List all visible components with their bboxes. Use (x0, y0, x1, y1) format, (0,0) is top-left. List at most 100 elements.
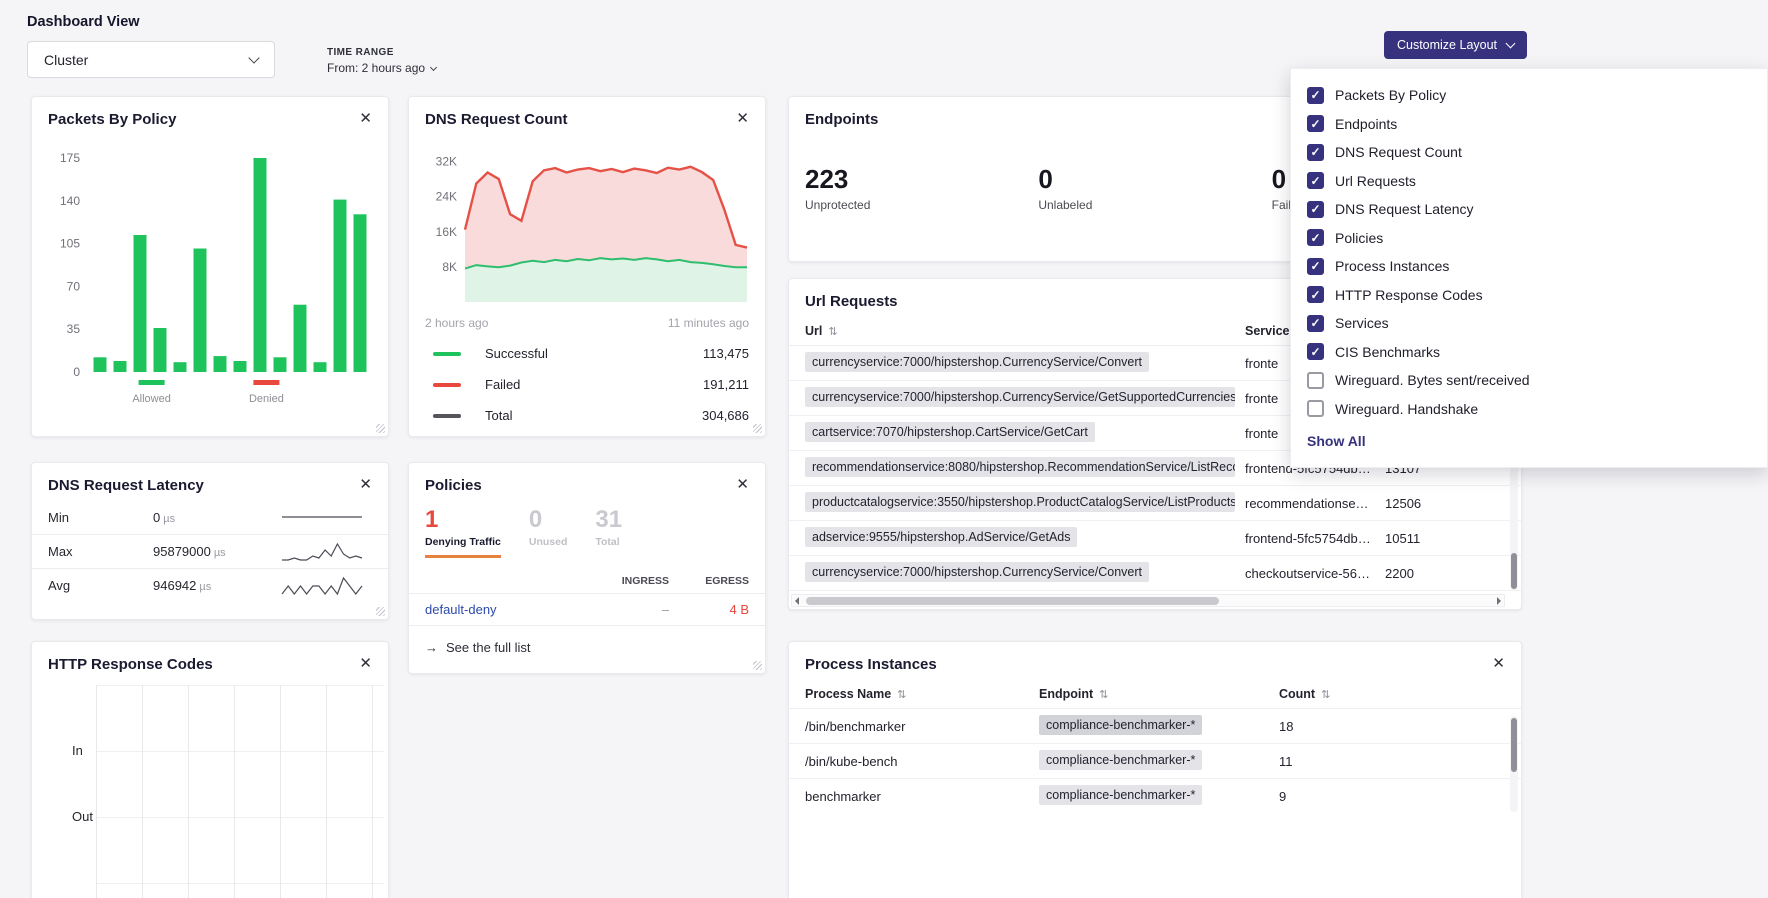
view-selector[interactable]: Cluster (27, 41, 275, 78)
policies-tab-denying-traffic[interactable]: 1Denying Traffic (425, 506, 501, 558)
customize-menu-item[interactable]: Wireguard. Handshake (1307, 395, 1767, 424)
vertical-scrollbar[interactable] (1510, 716, 1518, 812)
process-instance-row[interactable]: /bin/kube-benchcompliance-benchmarker-*1… (789, 744, 1521, 779)
policy-name-link[interactable]: default-deny (425, 602, 589, 617)
latency-metric-label: Max (48, 544, 153, 559)
scrollbar-thumb[interactable] (806, 597, 1219, 605)
close-icon[interactable]: ✕ (1492, 656, 1505, 671)
checkbox-icon[interactable]: ✓ (1307, 172, 1324, 189)
policies-tab-value: 31 (595, 506, 622, 534)
svg-text:0: 0 (73, 365, 80, 379)
resize-handle-icon[interactable] (376, 607, 385, 616)
checkbox-icon[interactable]: ✓ (1307, 258, 1324, 275)
card-title: Process Instances (805, 656, 937, 673)
sort-icon[interactable]: ⇅ (1321, 689, 1330, 701)
url-pill: adservice:9555/hipstershop.AdService/Get… (805, 527, 1077, 547)
customize-menu-item[interactable]: ✓Endpoints (1307, 110, 1767, 139)
column-header-url[interactable]: Url⇅ (805, 324, 1245, 338)
checkbox-icon[interactable]: ✓ (1307, 201, 1324, 218)
close-icon[interactable]: ✕ (736, 477, 749, 492)
process-endpoint-cell: compliance-benchmarker-* (1039, 785, 1279, 807)
sort-icon[interactable]: ⇅ (1099, 689, 1108, 701)
legend-series-name: Failed (485, 377, 520, 392)
customize-menu-item[interactable]: ✓Packets By Policy (1307, 81, 1767, 110)
policies-tab-unused[interactable]: 0Unused (529, 506, 568, 558)
customize-menu-item[interactable]: ✓DNS Request Latency (1307, 195, 1767, 224)
column-header-endpoint[interactable]: Endpoint⇅ (1039, 687, 1279, 701)
customize-layout-button[interactable]: Customize Layout (1384, 31, 1527, 59)
scrollbar-thumb[interactable] (1511, 718, 1517, 772)
endpoint-stat-value: 223 (805, 164, 1038, 195)
time-range-value[interactable]: From: 2 hours ago (327, 61, 436, 75)
customize-menu-item[interactable]: Wireguard. Bytes sent/received (1307, 366, 1767, 395)
sort-icon[interactable]: ⇅ (828, 326, 837, 338)
customize-menu-items: ✓Packets By Policy✓Endpoints✓DNS Request… (1307, 81, 1767, 423)
see-full-list-link[interactable]: → See the full list (409, 626, 765, 669)
customize-menu-item[interactable]: ✓Policies (1307, 224, 1767, 253)
checkbox-icon[interactable]: ✓ (1307, 286, 1324, 303)
resize-handle-icon[interactable] (376, 424, 385, 433)
process-endpoint-cell: compliance-benchmarker-* (1039, 715, 1279, 738)
endpoint-stat-value: 0 (1038, 164, 1271, 195)
checkbox-icon[interactable]: ✓ (1307, 144, 1324, 161)
checkbox-icon[interactable]: ✓ (1307, 115, 1324, 132)
customize-menu-item[interactable]: ✓CIS Benchmarks (1307, 338, 1767, 367)
url-service-cell: recommendationse… (1245, 496, 1385, 511)
dns-request-count-card: DNS Request Count ✕ 8K16K24K32K 2 hours … (408, 96, 766, 437)
customize-menu-item-label: Wireguard. Bytes sent/received (1335, 372, 1530, 388)
customize-menu-item-label: DNS Request Count (1335, 144, 1462, 160)
svg-text:Denied: Denied (249, 393, 284, 405)
svg-text:8K: 8K (442, 260, 457, 274)
url-request-row[interactable]: adservice:9555/hipstershop.AdService/Get… (789, 521, 1521, 556)
url-request-row[interactable]: productcatalogservice:3550/hipstershop.P… (789, 486, 1521, 521)
process-name-cell: /bin/kube-bench (805, 754, 1039, 769)
checkbox-icon[interactable] (1307, 372, 1324, 389)
url-request-row[interactable]: currencyservice:7000/hipstershop.Currenc… (789, 556, 1521, 591)
checkbox-icon[interactable] (1307, 400, 1324, 417)
process-instance-row[interactable]: benchmarkercompliance-benchmarker-*9 (789, 779, 1521, 806)
checkbox-icon[interactable]: ✓ (1307, 87, 1324, 104)
legend-series-name: Successful (485, 346, 548, 361)
endpoint-stat: 0Unlabeled (1038, 164, 1271, 212)
latency-row: Min0µs (32, 500, 388, 534)
close-icon[interactable]: ✕ (359, 656, 372, 671)
legend-swatch (433, 414, 461, 418)
process-name-cell: benchmarker (805, 789, 1039, 804)
scroll-right-icon[interactable] (1497, 597, 1501, 605)
policy-row[interactable]: default-deny–4 B (409, 594, 765, 626)
dns-chart-legend: Successful113,475Failed191,211Total304,6… (409, 338, 765, 431)
customize-menu-item[interactable]: ✓HTTP Response Codes (1307, 281, 1767, 310)
svg-text:70: 70 (67, 279, 81, 293)
close-icon[interactable]: ✕ (736, 111, 749, 126)
checkbox-icon[interactable]: ✓ (1307, 343, 1324, 360)
column-header-ingress: INGRESS (589, 575, 669, 587)
customize-menu-item[interactable]: ✓Services (1307, 309, 1767, 338)
customize-menu-item[interactable]: ✓Url Requests (1307, 167, 1767, 196)
scroll-left-icon[interactable] (795, 597, 799, 605)
close-icon[interactable]: ✕ (359, 477, 372, 492)
column-header-label: Count (1279, 687, 1315, 701)
horizontal-scrollbar[interactable] (791, 594, 1505, 607)
customize-menu-item[interactable]: ✓ DNS Request Count (1307, 138, 1767, 167)
policies-tab-total[interactable]: 31 Total (595, 506, 622, 558)
checkbox-icon[interactable]: ✓ (1307, 315, 1324, 332)
sort-icon[interactable]: ⇅ (897, 689, 906, 701)
time-range-text: From: 2 hours ago (327, 61, 425, 75)
resize-handle-icon[interactable] (753, 424, 762, 433)
process-instance-row[interactable]: /bin/benchmarkercompliance-benchmarker-*… (789, 709, 1521, 744)
policy-ingress-value: – (589, 602, 669, 617)
show-all-link[interactable]: Show All (1307, 433, 1767, 449)
policies-table-body: default-deny–4 B (409, 594, 765, 626)
close-icon[interactable]: ✕ (359, 111, 372, 126)
resize-handle-icon[interactable] (753, 661, 762, 670)
column-header-process-name[interactable]: Process Name⇅ (805, 687, 1039, 701)
latency-metric-label: Avg (48, 578, 153, 593)
checkbox-icon[interactable]: ✓ (1307, 229, 1324, 246)
see-full-list-label: See the full list (446, 640, 531, 655)
column-header-count[interactable]: Count ⇅ (1279, 687, 1399, 701)
policies-tab-label: Total (595, 536, 622, 548)
scrollbar-thumb[interactable] (1511, 553, 1517, 589)
customize-menu-item[interactable]: ✓Process Instances (1307, 252, 1767, 281)
legend-series-value: 113,475 (703, 346, 749, 361)
svg-text:35: 35 (67, 322, 81, 336)
